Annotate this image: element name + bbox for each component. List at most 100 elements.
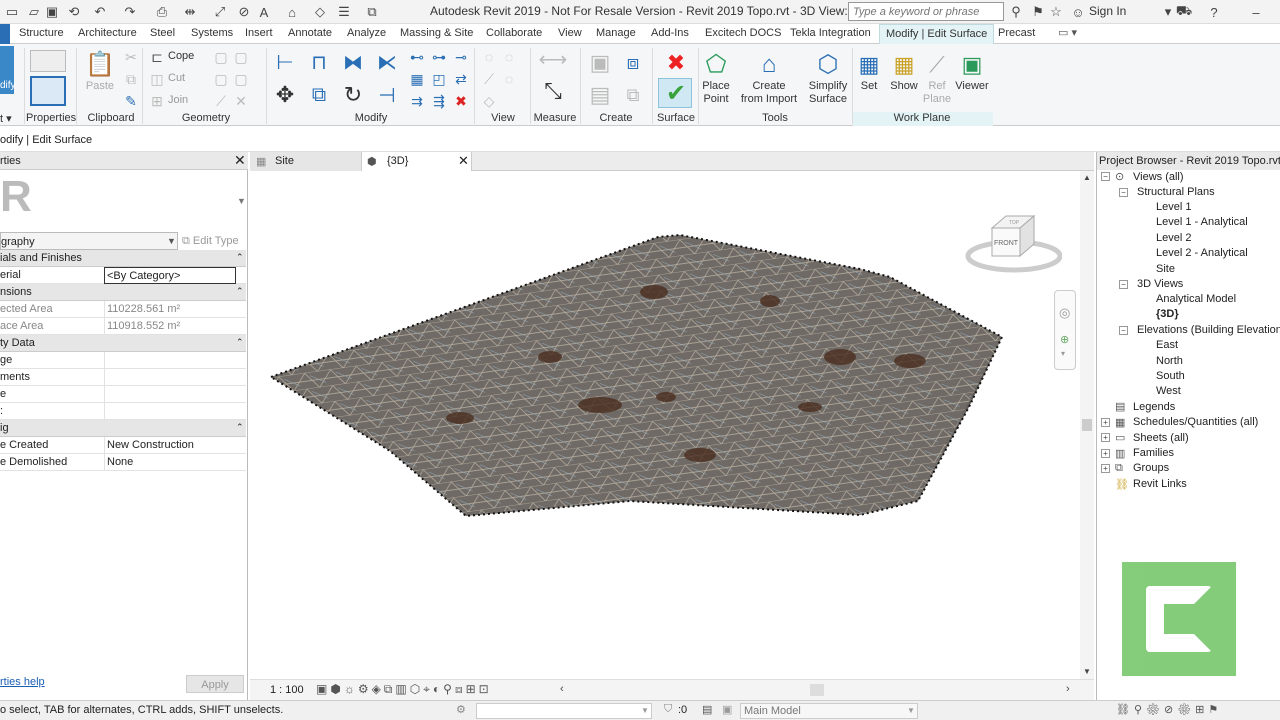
- delete-icon[interactable]: ✖: [452, 92, 470, 110]
- measure-icon[interactable]: ⇹: [182, 3, 198, 21]
- scale-icon[interactable]: ◰: [430, 70, 448, 88]
- horizontal-scrollbar-thumb[interactable]: [810, 684, 824, 696]
- split-icon[interactable]: ⊷: [408, 48, 426, 66]
- vertical-scrollbar[interactable]: ▲ ▼: [1080, 171, 1094, 679]
- tab-annotate[interactable]: Annotate: [288, 27, 332, 39]
- copy-element-icon[interactable]: ⧉: [306, 82, 332, 108]
- cut-label[interactable]: Cut: [168, 72, 185, 84]
- dimension-icon[interactable]: ⤢: [212, 3, 228, 21]
- design-options-icon[interactable]: ▣: [722, 703, 732, 716]
- selection-toggle-icons[interactable]: ⛓⚲⚙⊘⚙⊞⚑: [1116, 703, 1222, 716]
- property-row[interactable]: erial <By Category>: [0, 267, 246, 284]
- search-input[interactable]: [848, 2, 1004, 21]
- tag-icon[interactable]: ⊘: [236, 3, 252, 21]
- undo-icon[interactable]: ↶: [92, 3, 108, 21]
- apply-button[interactable]: Apply: [186, 675, 244, 693]
- switch-windows-icon[interactable]: ⧉: [364, 3, 380, 21]
- save-icon[interactable]: ▣: [44, 3, 60, 21]
- beam-join-icon[interactable]: ✕: [232, 92, 250, 110]
- group-header-phasing[interactable]: ig ⌃: [0, 420, 246, 437]
- chevron-down-icon[interactable]: ▾: [1160, 3, 1176, 21]
- tab-architecture[interactable]: Architecture: [78, 27, 137, 39]
- edit-type-button[interactable]: ⧉ Edit Type: [182, 232, 246, 250]
- collapse-icon[interactable]: −: [1119, 188, 1128, 197]
- linework-icon[interactable]: ⟋: [480, 70, 498, 88]
- scroll-up-icon[interactable]: ▲: [1083, 173, 1091, 182]
- cancel-edit-icon[interactable]: ✖: [662, 50, 690, 76]
- property-row[interactable]: e Created New Construction: [0, 437, 246, 454]
- tab-systems[interactable]: Systems: [191, 27, 233, 39]
- tree-node[interactable]: Site: [1156, 263, 1175, 275]
- tab-insert[interactable]: Insert: [245, 27, 273, 39]
- type-selector[interactable]: graphy ▼: [0, 232, 178, 250]
- file-tab[interactable]: [0, 24, 10, 44]
- tab-precast[interactable]: Precast: [998, 27, 1035, 39]
- create-group-icon[interactable]: ⧈: [620, 50, 646, 76]
- tree-node[interactable]: Sheets (all): [1133, 432, 1189, 444]
- place-point-button[interactable]: ⬠ Place Point: [700, 48, 732, 106]
- tree-node[interactable]: Families: [1133, 447, 1174, 459]
- sign-in-link[interactable]: Sign In: [1089, 4, 1126, 18]
- view-tab-3d[interactable]: ⬢ {3D} ✕: [362, 152, 472, 171]
- property-row[interactable]: ge: [0, 352, 246, 369]
- close-icon[interactable]: ✕: [234, 152, 246, 169]
- mirror-draw-icon[interactable]: ⧔: [374, 50, 400, 74]
- tab-structure[interactable]: Structure: [19, 27, 64, 39]
- offset-icon[interactable]: ⊓: [306, 50, 332, 74]
- expand-icon[interactable]: +: [1101, 418, 1110, 427]
- property-row[interactable]: e: [0, 386, 246, 403]
- redo-icon[interactable]: ↷: [122, 3, 138, 21]
- tree-node[interactable]: Level 1: [1156, 201, 1191, 213]
- modify-button[interactable]: dify: [0, 46, 16, 94]
- collapse-icon[interactable]: −: [1119, 326, 1128, 335]
- collapse-icon[interactable]: −: [1119, 280, 1128, 289]
- group-header-identity-data[interactable]: ty Data ⌃: [0, 335, 246, 352]
- worksets-icon[interactable]: ⚙: [456, 703, 466, 716]
- expand-icon[interactable]: +: [1101, 433, 1110, 442]
- tree-node[interactable]: East: [1156, 339, 1178, 351]
- mirror-axis-icon[interactable]: ⧓: [340, 50, 366, 74]
- app-menu-icon[interactable]: ▭: [4, 3, 20, 21]
- rotate-icon[interactable]: ↻: [340, 82, 366, 108]
- trim-extend-icon[interactable]: ⇉: [408, 92, 426, 110]
- drawing-area[interactable]: ▦ Site ⬢ {3D} ✕ FRONT TOP ◎ ⊕ ▾ ▲ ▼ 1: …: [250, 152, 1094, 700]
- wall-joins-icon[interactable]: ▢: [212, 70, 230, 88]
- section-icon[interactable]: ◇: [312, 3, 328, 21]
- remove-paint-icon[interactable]: ⟋: [212, 92, 230, 110]
- chevron-left-icon[interactable]: ‹: [560, 683, 564, 695]
- open-icon[interactable]: ▱: [26, 3, 42, 21]
- tab-massing-site[interactable]: Massing & Site: [400, 27, 473, 39]
- tree-node[interactable]: Revit Links: [1133, 478, 1187, 490]
- split-gap-icon[interactable]: ⊶: [430, 48, 448, 66]
- graphics-icon[interactable]: ◌: [500, 70, 518, 88]
- override-icon[interactable]: ◌: [500, 48, 518, 66]
- tree-node[interactable]: Level 1 - Analytical: [1156, 216, 1248, 228]
- group-header-materials[interactable]: ials and Finishes ⌃: [0, 250, 246, 267]
- filter-icon[interactable]: ⛉: [664, 703, 672, 716]
- expand-icon[interactable]: +: [1101, 464, 1110, 473]
- cart-icon[interactable]: ⛟: [1176, 3, 1192, 21]
- aligned-dimension-icon[interactable]: ⤡: [538, 78, 568, 103]
- tree-node[interactable]: West: [1156, 385, 1181, 397]
- cope-icon[interactable]: ⊏: [148, 48, 166, 66]
- tree-node[interactable]: Analytical Model: [1156, 293, 1236, 305]
- paste-button[interactable]: 📋 Paste: [84, 48, 116, 93]
- property-row[interactable]: e Demolished None: [0, 454, 246, 471]
- array-icon[interactable]: ▦: [408, 70, 426, 88]
- tree-node[interactable]: Level 2: [1156, 232, 1191, 244]
- print-icon[interactable]: ⎙: [154, 3, 170, 21]
- tree-node[interactable]: South: [1156, 370, 1185, 382]
- scrollbar-thumb[interactable]: [1082, 419, 1092, 431]
- group-header-dimensions[interactable]: nsions ⌃: [0, 284, 246, 301]
- editable-only-icon[interactable]: ▤: [702, 703, 712, 716]
- tab-view[interactable]: View: [558, 27, 582, 39]
- tree-node[interactable]: Schedules/Quantities (all): [1133, 416, 1258, 428]
- thin-lines-icon[interactable]: ☰: [336, 3, 352, 21]
- tree-node[interactable]: Elevations (Building Elevation): [1137, 324, 1280, 336]
- tab-excitech-docs[interactable]: Excitech DOCS: [705, 27, 781, 39]
- minimize-icon[interactable]: –: [1248, 3, 1264, 21]
- tree-node[interactable]: Views (all): [1133, 171, 1184, 183]
- view-cube[interactable]: FRONT TOP: [962, 208, 1062, 286]
- material-value[interactable]: <By Category>: [104, 267, 236, 284]
- steering-wheel-icon[interactable]: ◎: [1059, 305, 1070, 321]
